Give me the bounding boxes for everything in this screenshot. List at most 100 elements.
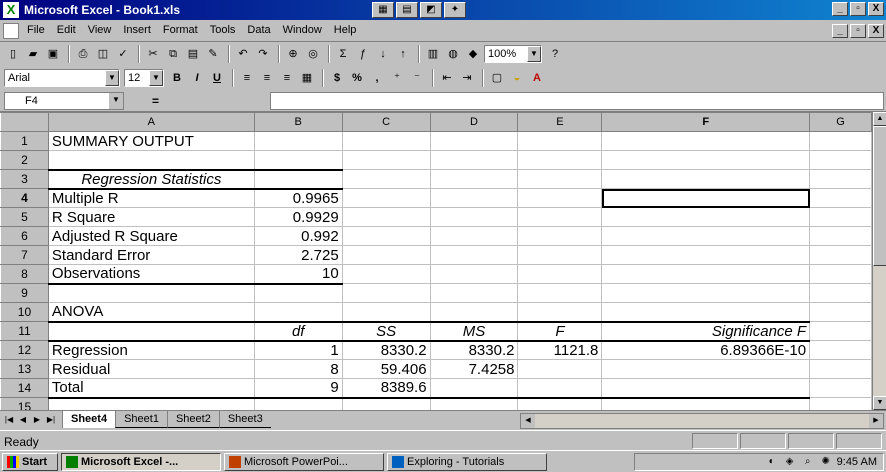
cell[interactable]	[429, 169, 519, 189]
cell[interactable]	[341, 283, 431, 303]
cell[interactable]: MS	[429, 320, 519, 342]
first-sheet-icon[interactable]: |◀	[2, 413, 16, 427]
print-icon[interactable]: ⎙	[74, 45, 92, 63]
cell[interactable]	[517, 378, 603, 399]
new-icon[interactable]: ▯	[4, 45, 22, 63]
copy-icon[interactable]: ⧉	[164, 45, 182, 63]
chevron-down-icon[interactable]: ▼	[527, 46, 541, 62]
close-button[interactable]: X	[868, 2, 884, 16]
cell[interactable]	[341, 207, 431, 227]
cell[interactable]	[517, 359, 603, 379]
menu-tools[interactable]: Tools	[209, 24, 237, 36]
cell[interactable]: Total	[47, 378, 255, 399]
cell[interactable]: Regression	[47, 340, 255, 360]
currency-button[interactable]: $	[328, 69, 346, 87]
cell[interactable]	[601, 359, 811, 379]
last-sheet-icon[interactable]: ▶|	[44, 413, 58, 427]
cell[interactable]	[517, 245, 603, 265]
chart-wizard-icon[interactable]: ▥	[424, 45, 442, 63]
percent-button[interactable]: %	[348, 69, 366, 87]
cell[interactable]	[341, 264, 431, 284]
cell[interactable]	[517, 188, 603, 208]
cell[interactable]: 8389.6	[341, 378, 431, 399]
column-header[interactable]: B	[253, 112, 343, 132]
zoom-select[interactable]: 100% ▼	[484, 45, 542, 63]
column-header[interactable]: C	[341, 112, 431, 132]
cell[interactable]: Residual	[47, 359, 255, 379]
row-header[interactable]: 12	[0, 340, 49, 360]
row-header[interactable]: 3	[0, 169, 49, 189]
increase-indent-icon[interactable]: ⇥	[458, 69, 476, 87]
cell[interactable]	[429, 397, 519, 410]
cell[interactable]	[809, 169, 872, 189]
align-center-icon[interactable]: ≡	[258, 69, 276, 87]
sort-ascending-icon[interactable]: ↓	[374, 45, 392, 63]
cell[interactable]	[47, 150, 255, 170]
cell[interactable]	[601, 131, 811, 151]
cell[interactable]	[517, 150, 603, 170]
cell[interactable]	[429, 378, 519, 399]
tab-sheet2[interactable]: Sheet2	[166, 411, 219, 428]
cell[interactable]: SUMMARY OUTPUT	[47, 131, 255, 151]
maximize-button[interactable]: ▫	[850, 2, 866, 16]
cell[interactable]	[253, 283, 343, 303]
app-icon[interactable]: ✦	[444, 2, 466, 18]
row-header[interactable]: 10	[0, 302, 49, 322]
cell[interactable]	[809, 245, 872, 265]
cell[interactable]: 6.89366E-10	[601, 340, 811, 360]
paste-icon[interactable]: ▤	[184, 45, 202, 63]
row-header[interactable]: 13	[0, 359, 49, 379]
cell[interactable]	[517, 207, 603, 227]
menu-format[interactable]: Format	[162, 24, 199, 36]
cell[interactable]: F	[517, 320, 603, 342]
cell[interactable]: Significance F	[601, 320, 811, 342]
align-right-icon[interactable]: ≡	[278, 69, 296, 87]
cell[interactable]: 59.406	[341, 359, 431, 379]
format-painter-icon[interactable]: ✎	[204, 45, 222, 63]
function-icon[interactable]: ƒ	[354, 45, 372, 63]
italic-button[interactable]: I	[188, 69, 206, 87]
cell[interactable]: SS	[341, 320, 431, 342]
cell[interactable]	[601, 283, 811, 303]
cell[interactable]: 10	[253, 264, 343, 285]
cell[interactable]	[253, 168, 343, 190]
horizontal-scrollbar[interactable]: ◀ ▶	[520, 413, 884, 429]
cell[interactable]	[341, 226, 431, 246]
cell[interactable]: 8	[253, 359, 343, 379]
row-header[interactable]: 14	[0, 378, 49, 398]
cell[interactable]	[517, 264, 603, 284]
cell[interactable]	[429, 207, 519, 227]
cell[interactable]	[601, 245, 811, 265]
tab-sheet4[interactable]: Sheet4	[62, 411, 116, 428]
cell[interactable]	[809, 283, 872, 303]
font-size-select[interactable]: 12 ▼	[124, 69, 164, 87]
redo-icon[interactable]: ↷	[254, 45, 272, 63]
column-header[interactable]: D	[429, 112, 519, 132]
taskbar-explorer[interactable]: Exploring - Tutorials	[387, 452, 547, 471]
cell[interactable]	[517, 397, 603, 410]
menu-file[interactable]: File	[26, 24, 46, 36]
cell[interactable]: Adjusted R Square	[47, 226, 255, 246]
spelling-icon[interactable]: ✓	[114, 45, 132, 63]
cell[interactable]: 0.9929	[253, 207, 343, 227]
cell[interactable]: 0.9965	[253, 188, 343, 208]
cell[interactable]: df	[253, 320, 343, 342]
cell[interactable]: Regression Statistics	[47, 168, 255, 190]
decrease-indent-icon[interactable]: ⇤	[438, 69, 456, 87]
cell[interactable]	[601, 397, 811, 410]
cell[interactable]	[47, 283, 255, 303]
cell[interactable]	[517, 302, 603, 322]
row-header[interactable]: 4	[0, 188, 49, 208]
scroll-up-icon[interactable]: ▲	[873, 112, 886, 126]
office-assistant-icon[interactable]: ?	[546, 45, 564, 63]
prev-sheet-icon[interactable]: ◀	[16, 413, 30, 427]
scroll-down-icon[interactable]: ▼	[873, 396, 886, 410]
next-sheet-icon[interactable]: ▶	[30, 413, 44, 427]
cell[interactable]: 9	[253, 378, 343, 399]
app-icon[interactable]: ◩	[420, 2, 442, 18]
cell[interactable]: 8330.2	[429, 340, 519, 360]
workbook-icon[interactable]	[3, 23, 19, 39]
cell[interactable]: 8330.2	[341, 340, 431, 360]
scroll-right-icon[interactable]: ▶	[869, 414, 883, 428]
cell[interactable]	[341, 169, 431, 189]
